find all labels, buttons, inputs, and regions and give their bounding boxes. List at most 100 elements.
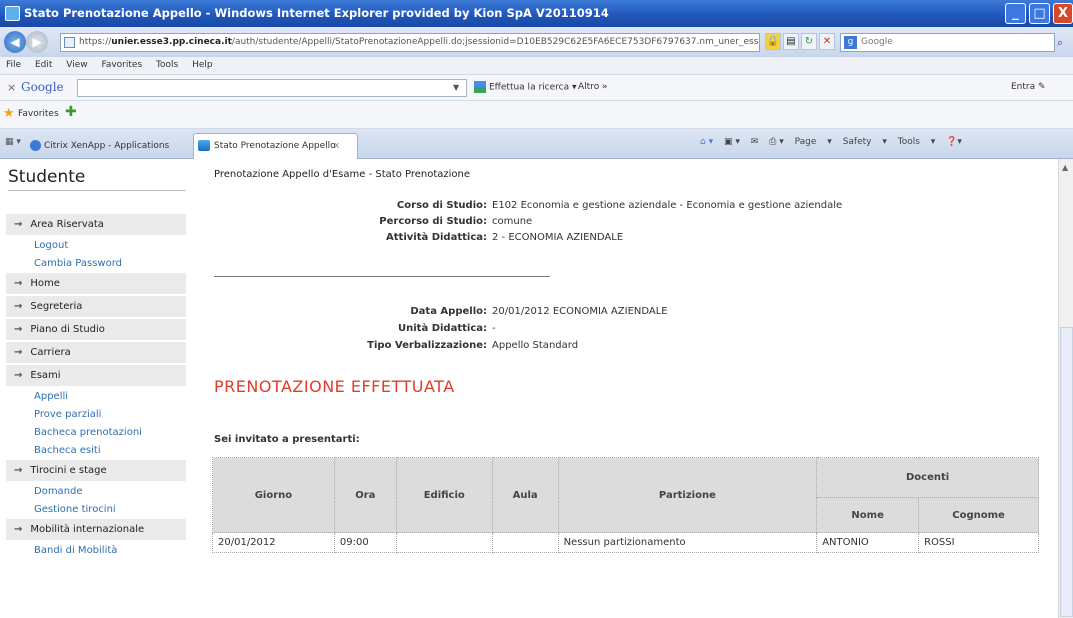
signin-button[interactable]: Entra ✎ xyxy=(1011,82,1046,92)
cell-partizione: Nessun partizionamento xyxy=(557,532,818,553)
page-menu[interactable]: Page ▾ xyxy=(795,137,832,147)
sidebar-item-label: Carriera xyxy=(30,347,71,358)
sidebar-link-logout[interactable]: Logout xyxy=(34,238,68,253)
google-toolbar: × Google ▼ Effettua la ricerca ▾ Altro »… xyxy=(0,74,1073,101)
cell-giorno: 20/01/2012 xyxy=(212,532,335,553)
google-search-button[interactable]: Effettua la ricerca ▾ xyxy=(474,81,576,93)
refresh-icon[interactable]: ↻ xyxy=(801,33,817,50)
percorso-di-studio-value: comune xyxy=(492,216,533,227)
tools-menu-label: Tools xyxy=(897,137,920,147)
favorites-bar: ★ Favorites ✚ xyxy=(0,101,1073,129)
sidebar-item-tirocini[interactable]: → Tirocini e stage xyxy=(6,460,186,482)
data-appello-label: Data Appello: xyxy=(410,306,487,317)
sidebar-link-appelli[interactable]: Appelli xyxy=(34,389,68,404)
menu-bar: File Edit View Favorites Tools Help xyxy=(0,57,1073,74)
home-icon[interactable]: ⌂ ▾ xyxy=(700,137,713,147)
safety-menu[interactable]: Safety ▾ xyxy=(843,137,887,147)
sidebar-link-bacheca-prenotazioni[interactable]: Bacheca prenotazioni xyxy=(34,425,142,440)
scrollbar-thumb[interactable] xyxy=(1060,327,1073,617)
data-appello-value: 20/01/2012 ECONOMIA AZIENDALE xyxy=(492,306,668,317)
back-button[interactable]: ◀ xyxy=(4,31,26,53)
wrench-icon: ✎ xyxy=(1038,82,1046,92)
url-input[interactable]: https://unier.esse3.pp.cineca.it/auth/st… xyxy=(60,33,760,52)
quick-tabs-icon[interactable]: ▦ ▾ xyxy=(5,137,21,147)
forward-button[interactable]: ▶ xyxy=(26,31,48,53)
ie-app-icon xyxy=(5,6,20,21)
menu-file[interactable]: File xyxy=(6,60,21,70)
close-window-button[interactable]: X xyxy=(1053,3,1073,24)
sidebar-item-carriera[interactable]: → Carriera xyxy=(6,342,186,364)
header-partizione: Partizione xyxy=(557,457,818,533)
sidebar-item-segreteria[interactable]: → Segreteria xyxy=(6,296,186,318)
menu-tools[interactable]: Tools xyxy=(156,60,178,70)
minimize-button[interactable]: _ xyxy=(1005,3,1026,24)
sidebar-link-domande[interactable]: Domande xyxy=(34,484,83,499)
section-divider xyxy=(214,276,550,277)
sidebar-link-gestione-tirocini[interactable]: Gestione tirocini xyxy=(34,502,116,517)
sidebar-title: Studente xyxy=(8,167,86,187)
tab-active-label: Stato Prenotazione Appello xyxy=(214,141,336,151)
sidebar-link-cambia-password[interactable]: Cambia Password xyxy=(34,256,122,271)
mail-icon[interactable]: ✉ xyxy=(751,137,759,147)
unita-didattica-label: Unità Didattica: xyxy=(398,323,487,334)
compat-view-icon[interactable]: ▤ xyxy=(783,33,799,50)
main-panel: Prenotazione Appello d'Esame - Stato Pre… xyxy=(192,159,1058,618)
sidebar-item-esami[interactable]: → Esami xyxy=(6,365,186,387)
invite-label: Sei invitato a presentarti: xyxy=(214,434,360,445)
status-heading: PRENOTAZIONE EFFETTUATA xyxy=(214,377,455,396)
tab-stato-prenotazione[interactable]: Stato Prenotazione Appello x xyxy=(193,133,358,159)
print-icon[interactable]: ⎙ ▾ xyxy=(769,137,784,147)
tools-menu[interactable]: Tools ▾ xyxy=(898,137,936,147)
help-icon[interactable]: ❓▾ xyxy=(946,137,962,147)
menu-edit[interactable]: Edit xyxy=(35,60,52,70)
menu-help[interactable]: Help xyxy=(192,60,213,70)
arrow-right-icon: → xyxy=(14,370,23,381)
header-nome: Nome xyxy=(816,497,920,533)
favorites-star-icon[interactable]: ★ xyxy=(3,106,15,121)
lock-icon[interactable]: 🔒 xyxy=(765,33,781,50)
google-toolbar-search-input[interactable] xyxy=(77,79,467,97)
page-title: Prenotazione Appello d'Esame - Stato Pre… xyxy=(214,169,471,180)
scroll-up-icon[interactable]: ▲ xyxy=(1062,163,1068,172)
tab-close-icon[interactable]: x xyxy=(334,134,339,158)
maximize-button[interactable]: □ xyxy=(1029,3,1050,24)
cell-edificio xyxy=(395,532,493,553)
address-bar: ◀ ▶ https://unier.esse3.pp.cineca.it/aut… xyxy=(0,27,1073,57)
sidebar-link-prove-parziali[interactable]: Prove parziali xyxy=(34,407,101,422)
window-title: Stato Prenotazione Appello - Windows Int… xyxy=(24,6,609,20)
sidebar-item-piano-di-studio[interactable]: → Piano di Studio xyxy=(6,319,186,341)
sidebar-link-bacheca-esiti[interactable]: Bacheca esiti xyxy=(34,443,101,458)
menu-view[interactable]: View xyxy=(66,60,87,70)
attivita-didattica-value: 2 - ECONOMIA AZIENDALE xyxy=(492,232,624,243)
corso-di-studio-label: Corso di Studio: xyxy=(396,200,487,211)
sidebar-item-area-riservata[interactable]: → Area Riservata xyxy=(6,214,186,236)
tab-citrix-label: Citrix XenApp - Applications xyxy=(44,141,170,151)
chevron-down-icon[interactable]: ▼ xyxy=(453,79,459,97)
sidebar-item-label: Esami xyxy=(30,370,61,381)
citrix-icon xyxy=(30,140,41,151)
tab-citrix[interactable]: Citrix XenApp - Applications xyxy=(28,134,190,159)
feeds-icon[interactable]: ▣ ▾ xyxy=(724,137,740,147)
search-go-icon[interactable]: ⌕ xyxy=(1057,33,1073,52)
header-edificio: Edificio xyxy=(395,457,493,533)
page-content: Studente → Area Riservata Logout Cambia P… xyxy=(0,159,1073,618)
arrow-right-icon: → xyxy=(14,219,23,230)
sidebar-item-label: Piano di Studio xyxy=(30,324,105,335)
more-button[interactable]: Altro » xyxy=(578,82,608,92)
vertical-scrollbar[interactable]: ▲ xyxy=(1058,159,1073,618)
exam-table: Giorno Ora Edificio Aula Partizione Doce… xyxy=(212,457,1039,553)
add-favorite-icon[interactable]: ✚ xyxy=(65,104,77,120)
menu-favorites[interactable]: Favorites xyxy=(101,60,142,70)
sidebar: Studente → Area Riservata Logout Cambia P… xyxy=(0,159,192,618)
header-aula: Aula xyxy=(491,457,559,533)
toolbar-close-icon[interactable]: × xyxy=(7,81,16,94)
sidebar-link-bandi-mobilita[interactable]: Bandi di Mobilità xyxy=(34,543,117,558)
sidebar-item-home[interactable]: → Home xyxy=(6,273,186,295)
search-input[interactable]: g Google xyxy=(840,33,1055,52)
stop-icon[interactable]: ✕ xyxy=(819,33,835,50)
sidebar-item-mobilita[interactable]: → Mobilità internazionale xyxy=(6,519,186,541)
url-host: unier.esse3.pp.cineca.it xyxy=(111,37,232,47)
favorites-button[interactable]: Favorites xyxy=(18,109,59,119)
attivita-didattica-label: Attività Didattica: xyxy=(386,232,487,243)
percorso-di-studio-label: Percorso di Studio: xyxy=(379,216,487,227)
